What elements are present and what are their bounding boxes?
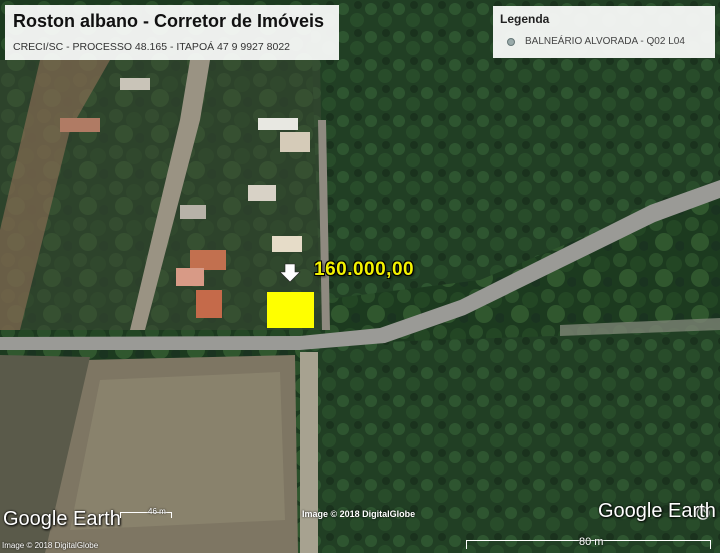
small-image-credit: Image © 2018 DigitalGlobe [2, 541, 99, 550]
property-lot[interactable] [267, 292, 314, 328]
placemark-dot-icon [507, 37, 515, 46]
google-earth-logo: Google Earth [3, 508, 121, 530]
google-earth-logo-right: Google Earth [598, 500, 716, 522]
realtor-title: Roston albano - Corretor de Imóveis [13, 11, 325, 31]
scale-bar-label: 80 m [579, 536, 604, 548]
image-credit: Image © 2018 DigitalGlobe [302, 509, 416, 519]
title-box: Roston albano - Corretor de Imóveis CREC… [5, 5, 339, 60]
legend-item-label: BALNEÁRIO ALVORADA - Q02 L04 [525, 36, 685, 47]
legend-panel: Legenda BALNEÁRIO ALVORADA - Q02 L04 [493, 6, 715, 58]
realtor-contact: CRECI/SC - PROCESSO 48.165 - ITAPOÁ 47 9… [13, 41, 291, 53]
price-label: 160.000,00 [314, 259, 415, 280]
small-scale-label: 46 m [148, 507, 166, 516]
urban-area [0, 60, 325, 330]
legend-item[interactable]: BALNEÁRIO ALVORADA - Q02 L04 [500, 36, 708, 47]
legend-title: Legenda [500, 12, 550, 26]
